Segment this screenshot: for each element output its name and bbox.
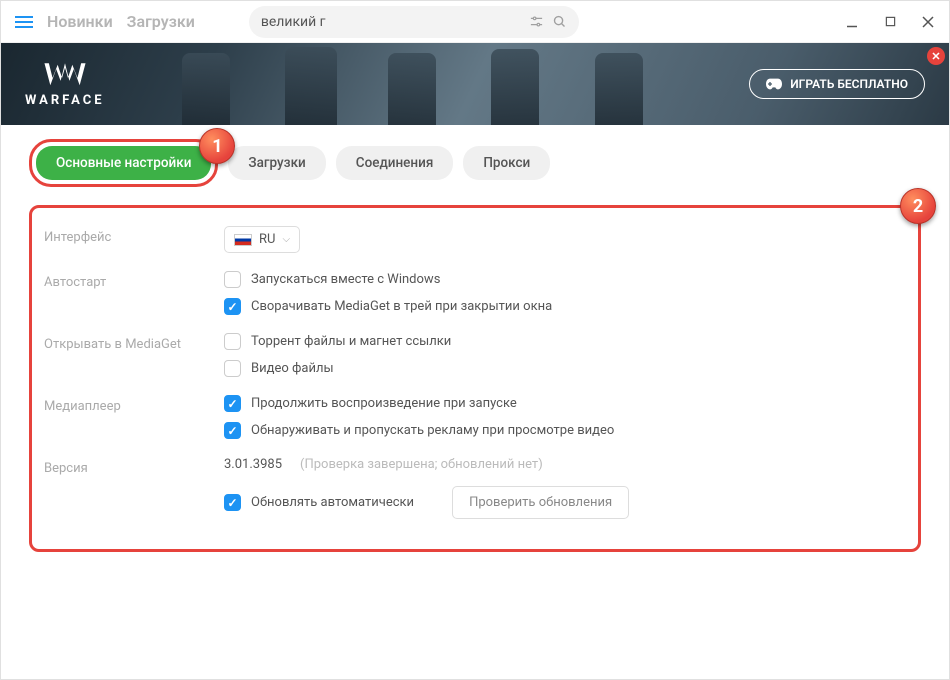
titlebar: Новинки Загрузки xyxy=(1,1,949,43)
tab-downloads[interactable]: Загрузки xyxy=(228,146,325,180)
language-select[interactable]: RU ⌵ xyxy=(224,226,300,253)
app-window: Новинки Загрузки WARFACE xyxy=(0,0,950,680)
language-value: RU xyxy=(259,232,275,247)
annotation-highlight-2: 2 Интерфейс RU ⌵ Автостарт Запускаться xyxy=(29,205,921,552)
checkbox-label: Продолжить воспроизведение при запуске xyxy=(251,396,517,411)
banner-logo: WARFACE xyxy=(25,60,105,108)
checkbox-skip-ads[interactable] xyxy=(224,422,241,439)
settings-tabs: Основные настройки 1 Загрузки Соединения… xyxy=(29,139,921,187)
window-controls xyxy=(845,15,935,29)
row-player: Медиаплеер Продолжить воспроизведение пр… xyxy=(44,395,900,439)
settings-sliders-icon[interactable] xyxy=(529,14,544,29)
tab-main-settings[interactable]: Основные настройки xyxy=(36,146,211,180)
checkbox-minimize-to-tray[interactable] xyxy=(224,298,241,315)
checkbox-auto-update[interactable] xyxy=(224,494,241,511)
tab-proxy[interactable]: Прокси xyxy=(463,146,550,180)
search-icon[interactable] xyxy=(552,14,567,29)
checkbox-resume-playback[interactable] xyxy=(224,395,241,412)
banner-close-icon[interactable]: ✕ xyxy=(927,47,945,65)
annotation-badge-2: 2 xyxy=(900,188,936,224)
settings-content: Основные настройки 1 Загрузки Соединения… xyxy=(1,125,949,566)
nav-zagruzki[interactable]: Загрузки xyxy=(127,12,195,31)
close-button[interactable] xyxy=(921,15,935,29)
promo-banner[interactable]: WARFACE ИГРАТЬ БЕСПЛАТНО ✕ xyxy=(1,43,949,125)
checkbox-start-with-windows[interactable] xyxy=(224,271,241,288)
flag-ru-icon xyxy=(234,234,252,246)
checkbox-label: Запускаться вместе с Windows xyxy=(251,272,440,287)
checkbox-torrent-magnet[interactable] xyxy=(224,333,241,350)
play-free-label: ИГРАТЬ БЕСПЛАТНО xyxy=(790,77,908,91)
checkbox-label: Обновлять автоматически xyxy=(251,495,414,510)
row-interface: Интерфейс RU ⌵ xyxy=(44,226,900,253)
label-interface: Интерфейс xyxy=(44,226,224,245)
tab-connections[interactable]: Соединения xyxy=(336,146,454,180)
row-autostart: Автостарт Запускаться вместе с Windows С… xyxy=(44,271,900,315)
minimize-button[interactable] xyxy=(845,15,859,29)
gamepad-icon xyxy=(766,77,782,91)
chevron-down-icon: ⌵ xyxy=(282,234,290,245)
checkbox-label: Сворачивать MediaGet в трей при закрытии… xyxy=(251,299,552,314)
version-status: (Проверка завершена; обновлений нет) xyxy=(300,457,543,472)
play-free-button[interactable]: ИГРАТЬ БЕСПЛАТНО xyxy=(749,69,925,99)
row-version: Версия 3.01.3985 (Проверка завершена; об… xyxy=(44,457,900,519)
banner-art xyxy=(105,43,750,125)
version-number: 3.01.3985 xyxy=(224,457,282,472)
menu-icon[interactable] xyxy=(15,16,33,28)
annotation-highlight-1: Основные настройки 1 xyxy=(29,139,218,187)
check-updates-button[interactable]: Проверить обновления xyxy=(452,486,629,519)
checkbox-label: Обнаруживать и пропускать рекламу при пр… xyxy=(251,423,614,438)
checkbox-label: Торрент файлы и магнет ссылки xyxy=(251,334,451,349)
label-player: Медиаплеер xyxy=(44,395,224,414)
nav-novinki[interactable]: Новинки xyxy=(47,12,113,31)
search-field[interactable] xyxy=(249,6,579,38)
row-open-in: Открывать в MediaGet Торрент файлы и маг… xyxy=(44,333,900,377)
banner-brand-text: WARFACE xyxy=(25,93,105,108)
checkbox-video-files[interactable] xyxy=(224,360,241,377)
maximize-button[interactable] xyxy=(883,15,897,29)
label-open-in: Открывать в MediaGet xyxy=(44,333,224,352)
checkbox-label: Видео файлы xyxy=(251,361,334,376)
label-version: Версия xyxy=(44,457,224,476)
label-autostart: Автостарт xyxy=(44,271,224,290)
search-input[interactable] xyxy=(261,14,521,30)
